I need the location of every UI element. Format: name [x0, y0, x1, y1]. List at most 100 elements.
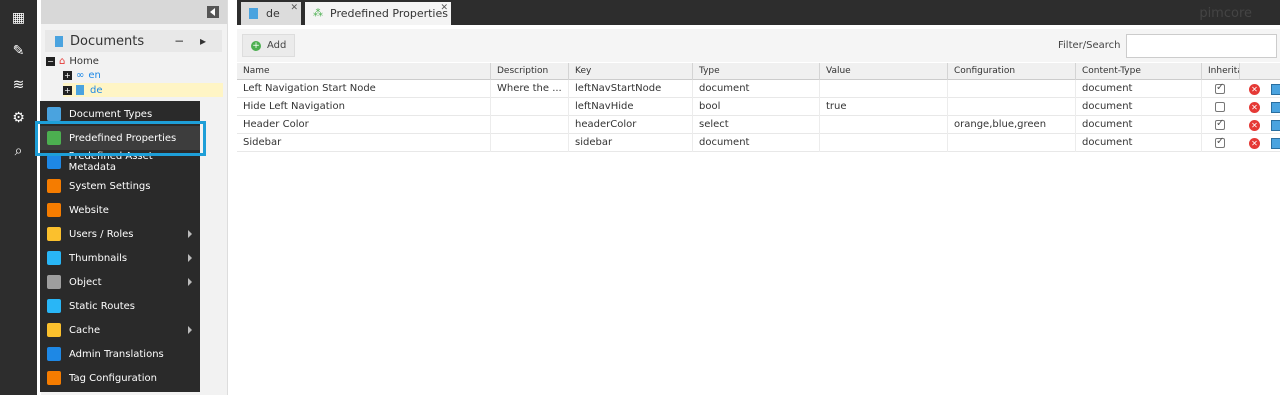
menu-item-predefined-properties[interactable]: Predefined Properties	[40, 126, 200, 150]
filter-search-input[interactable]	[1126, 34, 1277, 58]
menu-item-tag-configuration[interactable]: Tag Configuration	[40, 366, 200, 390]
cell-name[interactable]: Left Navigation Start Node	[237, 80, 491, 98]
cell-value[interactable]	[820, 134, 948, 152]
cell-key[interactable]: sidebar	[569, 134, 693, 152]
menu-item-predefined-asset-metadata[interactable]: Predefined Asset Metadata	[40, 150, 200, 174]
cell-key[interactable]: leftNavHide	[569, 98, 693, 116]
tab-de[interactable]: de ✕	[241, 2, 301, 25]
delete-icon[interactable]: ✕	[1249, 138, 1260, 149]
document-types-icon	[47, 107, 61, 121]
menu-item-admin-translations[interactable]: Admin Translations	[40, 342, 200, 366]
cell-value[interactable]: true	[820, 98, 948, 116]
menu-item-label: Static Routes	[69, 300, 136, 312]
tree-node-home[interactable]: − ⌂ Home	[46, 54, 99, 68]
expand-icon[interactable]: +	[63, 70, 72, 80]
dashboard-icon[interactable]: ▦	[10, 9, 27, 26]
cell-key[interactable]: headerColor	[569, 116, 693, 134]
cell-type[interactable]: document	[693, 80, 820, 98]
users-icon	[47, 227, 61, 241]
cell-description[interactable]	[491, 134, 569, 152]
tree-node-de[interactable]: + de	[63, 83, 223, 97]
menu-item-users-roles[interactable]: Users / Roles	[40, 222, 200, 246]
tag-icon	[47, 371, 61, 385]
cell-configuration[interactable]	[948, 134, 1076, 152]
edit-icon[interactable]	[1271, 84, 1280, 95]
chart-icon[interactable]: ≋	[10, 76, 27, 93]
inheritable-checkbox[interactable]	[1215, 118, 1225, 130]
predefined-properties-icon	[47, 131, 61, 145]
tree-node-label: en	[88, 69, 101, 81]
wrench-icon[interactable]: ✎	[10, 42, 27, 59]
cell-value[interactable]	[820, 116, 948, 134]
close-icon[interactable]: ✕	[440, 3, 448, 13]
inheritable-checkbox[interactable]	[1215, 102, 1225, 112]
expand-icon[interactable]: +	[63, 85, 72, 95]
cell-value[interactable]	[820, 80, 948, 98]
column-header-content-type[interactable]: Content-Type	[1076, 63, 1202, 80]
delete-icon[interactable]: ✕	[1249, 84, 1260, 95]
edit-icon[interactable]	[1271, 102, 1280, 113]
gear-icon[interactable]: ⚙	[10, 109, 27, 126]
table-row[interactable]: Left Navigation Start Node Where the ...…	[237, 80, 1280, 98]
cell-name[interactable]: Header Color	[237, 116, 491, 134]
tree-header-controls[interactable]: − ▸	[174, 34, 212, 48]
table-row[interactable]: Header Color headerColor select orange,b…	[237, 116, 1280, 134]
document-icon	[76, 85, 84, 95]
edit-icon[interactable]	[1271, 138, 1280, 149]
cell-name[interactable]: Hide Left Navigation	[237, 98, 491, 116]
delete-icon[interactable]: ✕	[1249, 120, 1260, 131]
cell-content-type[interactable]: document	[1076, 134, 1202, 152]
cell-description[interactable]: Where the ...	[491, 80, 569, 98]
collapse-icon[interactable]: −	[46, 56, 55, 66]
cell-content-type[interactable]: document	[1076, 98, 1202, 116]
search-icon[interactable]: ⌕	[10, 142, 27, 159]
home-icon: ⌂	[59, 55, 66, 67]
tree-node-label: de	[90, 84, 103, 96]
inheritable-checkbox[interactable]	[1215, 82, 1225, 94]
plus-icon: +	[251, 40, 261, 51]
inheritable-checkbox[interactable]	[1215, 136, 1225, 148]
delete-icon[interactable]: ✕	[1249, 102, 1260, 113]
cell-type[interactable]: bool	[693, 98, 820, 116]
object-icon	[47, 275, 61, 289]
column-header-type[interactable]: Type	[693, 63, 820, 80]
menu-item-thumbnails[interactable]: Thumbnails	[40, 246, 200, 270]
cell-content-type[interactable]: document	[1076, 80, 1202, 98]
column-header-key[interactable]: Key	[569, 63, 693, 80]
tree-node-en[interactable]: + ∞ en	[63, 68, 101, 82]
grid-header-row: Name Description Key Type Value Configur…	[237, 63, 1280, 80]
cell-type[interactable]: select	[693, 116, 820, 134]
cell-key[interactable]: leftNavStartNode	[569, 80, 693, 98]
close-icon[interactable]: ✕	[290, 3, 298, 13]
properties-icon: ⁂	[313, 8, 323, 19]
tab-predefined-properties[interactable]: ⁂ Predefined Properties ✕	[305, 2, 451, 25]
menu-item-cache[interactable]: Cache	[40, 318, 200, 342]
column-header-inheritable[interactable]: Inherita	[1202, 63, 1240, 80]
table-row[interactable]: Sidebar sidebar document document ✕	[237, 134, 1280, 152]
cell-configuration[interactable]	[948, 80, 1076, 98]
column-header-configuration[interactable]: Configuration	[948, 63, 1076, 80]
collapse-panel-button[interactable]	[207, 6, 219, 18]
column-header-description[interactable]: Description	[491, 63, 569, 80]
cell-name[interactable]: Sidebar	[237, 134, 491, 152]
add-button[interactable]: + Add	[242, 34, 296, 57]
menu-item-document-types[interactable]: Document Types	[40, 102, 200, 126]
tree-header[interactable]: Documents − ▸	[45, 30, 222, 52]
column-header-value[interactable]: Value	[820, 63, 948, 80]
menu-item-object[interactable]: Object	[40, 270, 200, 294]
menu-item-static-routes[interactable]: Static Routes	[40, 294, 200, 318]
thumbnails-icon	[47, 251, 61, 265]
menu-item-system-settings[interactable]: System Settings	[40, 174, 200, 198]
cell-description[interactable]	[491, 116, 569, 134]
edit-icon[interactable]	[1271, 120, 1280, 131]
menu-item-website[interactable]: Website	[40, 198, 200, 222]
submenu-arrow-icon	[188, 278, 192, 286]
cell-content-type[interactable]: document	[1076, 116, 1202, 134]
menu-item-label: Document Types	[69, 108, 153, 120]
column-header-name[interactable]: Name	[237, 63, 491, 80]
table-row[interactable]: Hide Left Navigation leftNavHide bool tr…	[237, 98, 1280, 116]
cell-configuration[interactable]: orange,blue,green	[948, 116, 1076, 134]
cell-configuration[interactable]	[948, 98, 1076, 116]
cell-type[interactable]: document	[693, 134, 820, 152]
cell-description[interactable]	[491, 98, 569, 116]
